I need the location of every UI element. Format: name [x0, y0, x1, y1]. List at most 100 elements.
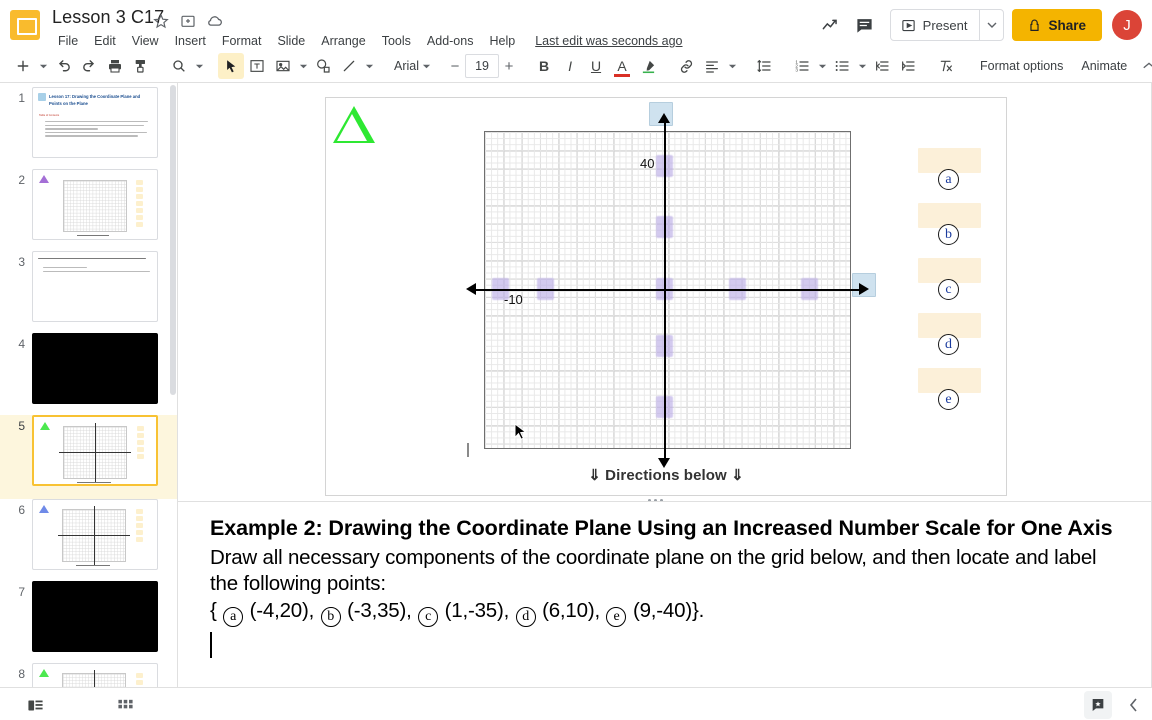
- slide-thumbnail-4[interactable]: 4: [0, 333, 177, 417]
- menu-tools[interactable]: Tools: [374, 31, 419, 51]
- thumbnail-canvas[interactable]: [32, 415, 158, 486]
- align-icon[interactable]: [699, 53, 725, 79]
- numbered-list-icon[interactable]: 123: [789, 53, 815, 79]
- underline-button[interactable]: U: [583, 53, 609, 79]
- text-color-button[interactable]: A: [609, 53, 635, 79]
- menu-help[interactable]: Help: [481, 31, 523, 51]
- slide-filmstrip[interactable]: 1 Lesson 17: Drawing the Coordinate Plan…: [0, 83, 178, 687]
- shape-icon[interactable]: [310, 53, 336, 79]
- add-slide-icon[interactable]: [10, 53, 36, 79]
- bulleted-list-icon[interactable]: [829, 53, 855, 79]
- redo-icon[interactable]: [76, 53, 102, 79]
- slide-number: 8: [18, 667, 25, 681]
- insert-link-icon[interactable]: [673, 53, 699, 79]
- line-dropdown-icon[interactable]: [362, 53, 376, 79]
- move-to-folder-icon[interactable]: [179, 12, 196, 29]
- answer-slot-d[interactable]: d: [918, 313, 981, 355]
- thumb-icon: [38, 93, 46, 101]
- clear-formatting-icon[interactable]: [933, 53, 959, 79]
- x-axis-right-arrow-icon: [859, 283, 869, 295]
- thumbnail-canvas[interactable]: [32, 499, 158, 570]
- font-size-input[interactable]: 19: [465, 54, 500, 78]
- bottom-bar: [0, 687, 1152, 720]
- answer-slot-a[interactable]: a: [918, 148, 981, 190]
- answer-slot-b[interactable]: b: [918, 203, 981, 245]
- increase-indent-icon[interactable]: [895, 53, 921, 79]
- grid-view-icon[interactable]: [112, 692, 138, 718]
- speaker-notes-view-icon[interactable]: [22, 692, 48, 718]
- thumbnail-canvas[interactable]: [32, 663, 158, 687]
- explore-icon[interactable]: [1084, 691, 1112, 719]
- format-options-button[interactable]: Format options: [971, 55, 1072, 77]
- text-box-icon[interactable]: [244, 53, 270, 79]
- coordinate-plane[interactable]: -10 40: [466, 113, 869, 468]
- bulleted-list-dropdown-icon[interactable]: [855, 53, 869, 79]
- menu-slide[interactable]: Slide: [269, 31, 313, 51]
- menu-view[interactable]: View: [124, 31, 167, 51]
- document-title[interactable]: Lesson 3 C17: [52, 7, 164, 28]
- highlight-color-icon[interactable]: [635, 53, 661, 79]
- collapse-toolbar-icon[interactable]: [1136, 53, 1152, 79]
- slide-thumbnail-8[interactable]: 8: [0, 663, 177, 687]
- decrease-indent-icon[interactable]: [869, 53, 895, 79]
- thumb-triangle-icon: [39, 175, 49, 183]
- thumb-title: Lesson 17: Drawing the Coordinate Plane …: [49, 94, 141, 106]
- image-dropdown-icon[interactable]: [296, 53, 310, 79]
- thumbnail-canvas[interactable]: [32, 169, 158, 240]
- answer-slot-c[interactable]: c: [918, 258, 981, 300]
- slide-number: 1: [18, 91, 25, 105]
- add-slide-dropdown-icon[interactable]: [36, 53, 50, 79]
- zoom-dropdown-icon[interactable]: [192, 53, 206, 79]
- last-edit-status[interactable]: Last edit was seconds ago: [535, 34, 682, 48]
- slide-thumbnail-5[interactable]: 5: [0, 415, 177, 499]
- menu-format[interactable]: Format: [214, 31, 270, 51]
- title-bar-actions: Present Share J: [814, 8, 1142, 42]
- thumbnail-canvas[interactable]: Lesson 17: Drawing the Coordinate Plane …: [32, 87, 158, 158]
- slide-thumbnail-6[interactable]: 6: [0, 499, 177, 583]
- comment-icon[interactable]: [848, 8, 882, 42]
- print-icon[interactable]: [102, 53, 128, 79]
- star-icon[interactable]: [152, 12, 169, 29]
- present-dropdown-caret-icon[interactable]: [979, 10, 1003, 40]
- share-button[interactable]: Share: [1012, 9, 1102, 41]
- bold-button[interactable]: B: [531, 53, 557, 79]
- menu-insert[interactable]: Insert: [167, 31, 214, 51]
- menu-arrange[interactable]: Arrange: [313, 31, 373, 51]
- thumbnail-canvas[interactable]: [32, 581, 158, 652]
- thumbnail-canvas[interactable]: [32, 251, 158, 322]
- font-family-select[interactable]: Arial: [388, 53, 419, 79]
- paint-format-icon[interactable]: [128, 53, 154, 79]
- numbered-list-dropdown-icon[interactable]: [815, 53, 829, 79]
- present-button[interactable]: Present: [891, 10, 980, 40]
- select-cursor-icon[interactable]: [218, 53, 244, 79]
- undo-icon[interactable]: [50, 53, 76, 79]
- collapse-panel-icon[interactable]: [1126, 697, 1142, 713]
- insert-image-icon[interactable]: [270, 53, 296, 79]
- zoom-icon[interactable]: [166, 53, 192, 79]
- align-dropdown-icon[interactable]: [725, 53, 739, 79]
- menu-add-ons[interactable]: Add-ons: [419, 31, 482, 51]
- thumbnail-canvas[interactable]: [32, 333, 158, 404]
- italic-button[interactable]: I: [557, 53, 583, 79]
- menu-edit[interactable]: Edit: [86, 31, 124, 51]
- slide-thumbnail-1[interactable]: 1 Lesson 17: Drawing the Coordinate Plan…: [0, 87, 177, 171]
- animate-button[interactable]: Animate: [1072, 55, 1136, 77]
- slide-thumbnail-3[interactable]: 3: [0, 251, 177, 335]
- avatar[interactable]: J: [1112, 10, 1142, 40]
- font-size-decrease-button[interactable]: −: [445, 54, 465, 78]
- speaker-notes-pane[interactable]: Example 2: Drawing the Coordinate Plane …: [178, 501, 1152, 687]
- menu-file[interactable]: File: [50, 31, 86, 51]
- current-slide[interactable]: -10 40 a b c d e ⇓ Directions below ⇓: [325, 97, 1007, 496]
- slide-thumbnail-2[interactable]: 2: [0, 169, 177, 253]
- font-size-increase-button[interactable]: +: [499, 54, 519, 78]
- activity-trend-icon[interactable]: [814, 8, 848, 42]
- answer-slot-e[interactable]: e: [918, 368, 981, 410]
- circled-letter-d: d: [938, 334, 959, 355]
- font-family-dropdown-icon[interactable]: [419, 53, 433, 79]
- line-icon[interactable]: [336, 53, 362, 79]
- line-spacing-icon[interactable]: [751, 53, 777, 79]
- filmstrip-scrollbar[interactable]: [170, 85, 176, 395]
- slide-thumbnail-7[interactable]: 7: [0, 581, 177, 665]
- cloud-saved-icon[interactable]: [206, 12, 223, 29]
- notes-coords-b: (-3,35),: [347, 599, 412, 623]
